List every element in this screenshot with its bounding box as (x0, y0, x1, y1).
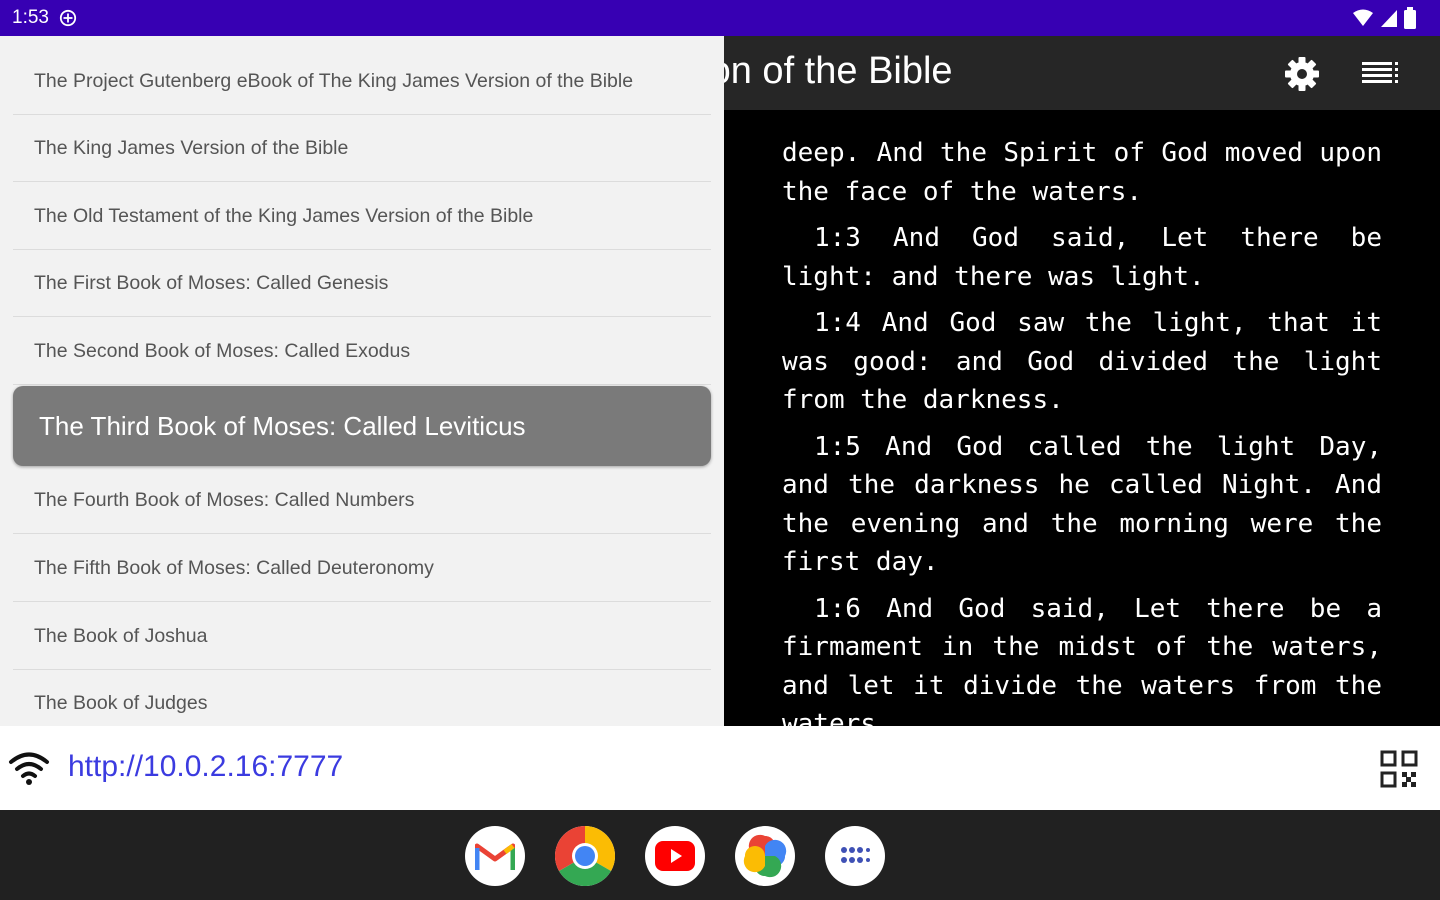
server-url-link[interactable]: http://10.0.2.16:7777 (68, 750, 343, 784)
reader-title: The King James Version of the Bible (724, 50, 1337, 93)
gmail-icon (475, 843, 515, 870)
reader-text: deep. And the Spirit of God moved upon t… (782, 134, 1382, 752)
app-drawer-icon (841, 847, 870, 863)
drawer-item[interactable]: The Fourth Book of Moses: Called Numbers (13, 467, 711, 534)
drawer-item-selected[interactable]: The Third Book of Moses: Called Leviticu… (13, 386, 711, 466)
reader-paragraph: deep. And the Spirit of God moved upon t… (782, 138, 1382, 207)
server-bar: http://10.0.2.16:7777 (0, 726, 1440, 810)
signal-icon (1381, 10, 1397, 27)
photos-app-button[interactable] (735, 826, 795, 886)
drawer-item[interactable]: The First Book of Moses: Called Genesis (13, 250, 711, 317)
drawer-item-label: The Book of Judges (34, 691, 208, 714)
qr-code-icon[interactable] (1380, 750, 1418, 788)
drawer-item[interactable]: The Old Testament of the King James Vers… (13, 183, 711, 250)
reader-toolbar: The King James Version of the Bible (724, 36, 1440, 110)
drawer-item-label: The Fifth Book of Moses: Called Deuteron… (34, 556, 434, 579)
reader-paragraph: 1:6 And God said, Let there be a firmame… (782, 593, 1382, 740)
drawer-item[interactable]: The Project Gutenberg eBook of The King … (13, 48, 711, 115)
status-indicators (1352, 7, 1416, 29)
youtube-icon (655, 841, 695, 871)
drawer-item-label: The Old Testament of the King James Vers… (34, 204, 534, 227)
status-time: 1:53 (12, 7, 49, 28)
reader-title-text: The King James Version of the Bible (724, 50, 953, 92)
wifi-status-icon (1353, 9, 1373, 26)
youtube-app-button[interactable] (645, 826, 705, 886)
drawer-item[interactable]: The Second Book of Moses: Called Exodus (13, 318, 711, 385)
drawer-item-label: The King James Version of the Bible (34, 136, 349, 159)
drawer-item[interactable]: The Book of Judges (13, 670, 711, 726)
gmail-app-button[interactable] (465, 826, 525, 886)
chrome-app-button[interactable] (555, 826, 615, 886)
drawer-item-label: The Second Book of Moses: Called Exodus (34, 339, 411, 362)
reader-paragraph: 1:3 And God said, Let there be light: an… (782, 223, 1382, 292)
photos-icon (743, 834, 787, 878)
drawer-item-label: The Fourth Book of Moses: Called Numbers (34, 488, 415, 511)
table-of-contents-icon[interactable] (1360, 54, 1400, 94)
wifi-icon (9, 752, 49, 785)
app-drawer-button[interactable] (825, 826, 885, 886)
drawer-item-label: The Third Book of Moses: Called Leviticu… (39, 410, 526, 441)
navigation-drawer: The Project Gutenberg eBook of The King … (0, 36, 724, 726)
drawer-item-label: The Project Gutenberg eBook of The King … (34, 69, 634, 92)
drawer-item[interactable]: The King James Version of the Bible (13, 115, 711, 182)
settings-gear-icon[interactable] (1282, 54, 1322, 94)
drawer-item[interactable]: The Book of Joshua (13, 603, 711, 670)
reader-panel: The King James Version of the Bible (724, 36, 1440, 739)
drawer-item-label: The Book of Joshua (34, 624, 208, 647)
do-not-disturb-icon (59, 9, 77, 27)
drawer-item-label: The First Book of Moses: Called Genesis (34, 271, 389, 294)
battery-icon (1404, 7, 1416, 29)
reader-paragraph: 1:5 And God called the light Day, and th… (782, 431, 1382, 578)
taskbar (0, 810, 1440, 900)
reader-paragraph: 1:4 And God saw the light, that it was g… (782, 308, 1382, 415)
status-bar: 1:53 (0, 0, 1440, 36)
drawer-item[interactable]: The Fifth Book of Moses: Called Deuteron… (13, 535, 711, 602)
chrome-icon (555, 826, 615, 886)
